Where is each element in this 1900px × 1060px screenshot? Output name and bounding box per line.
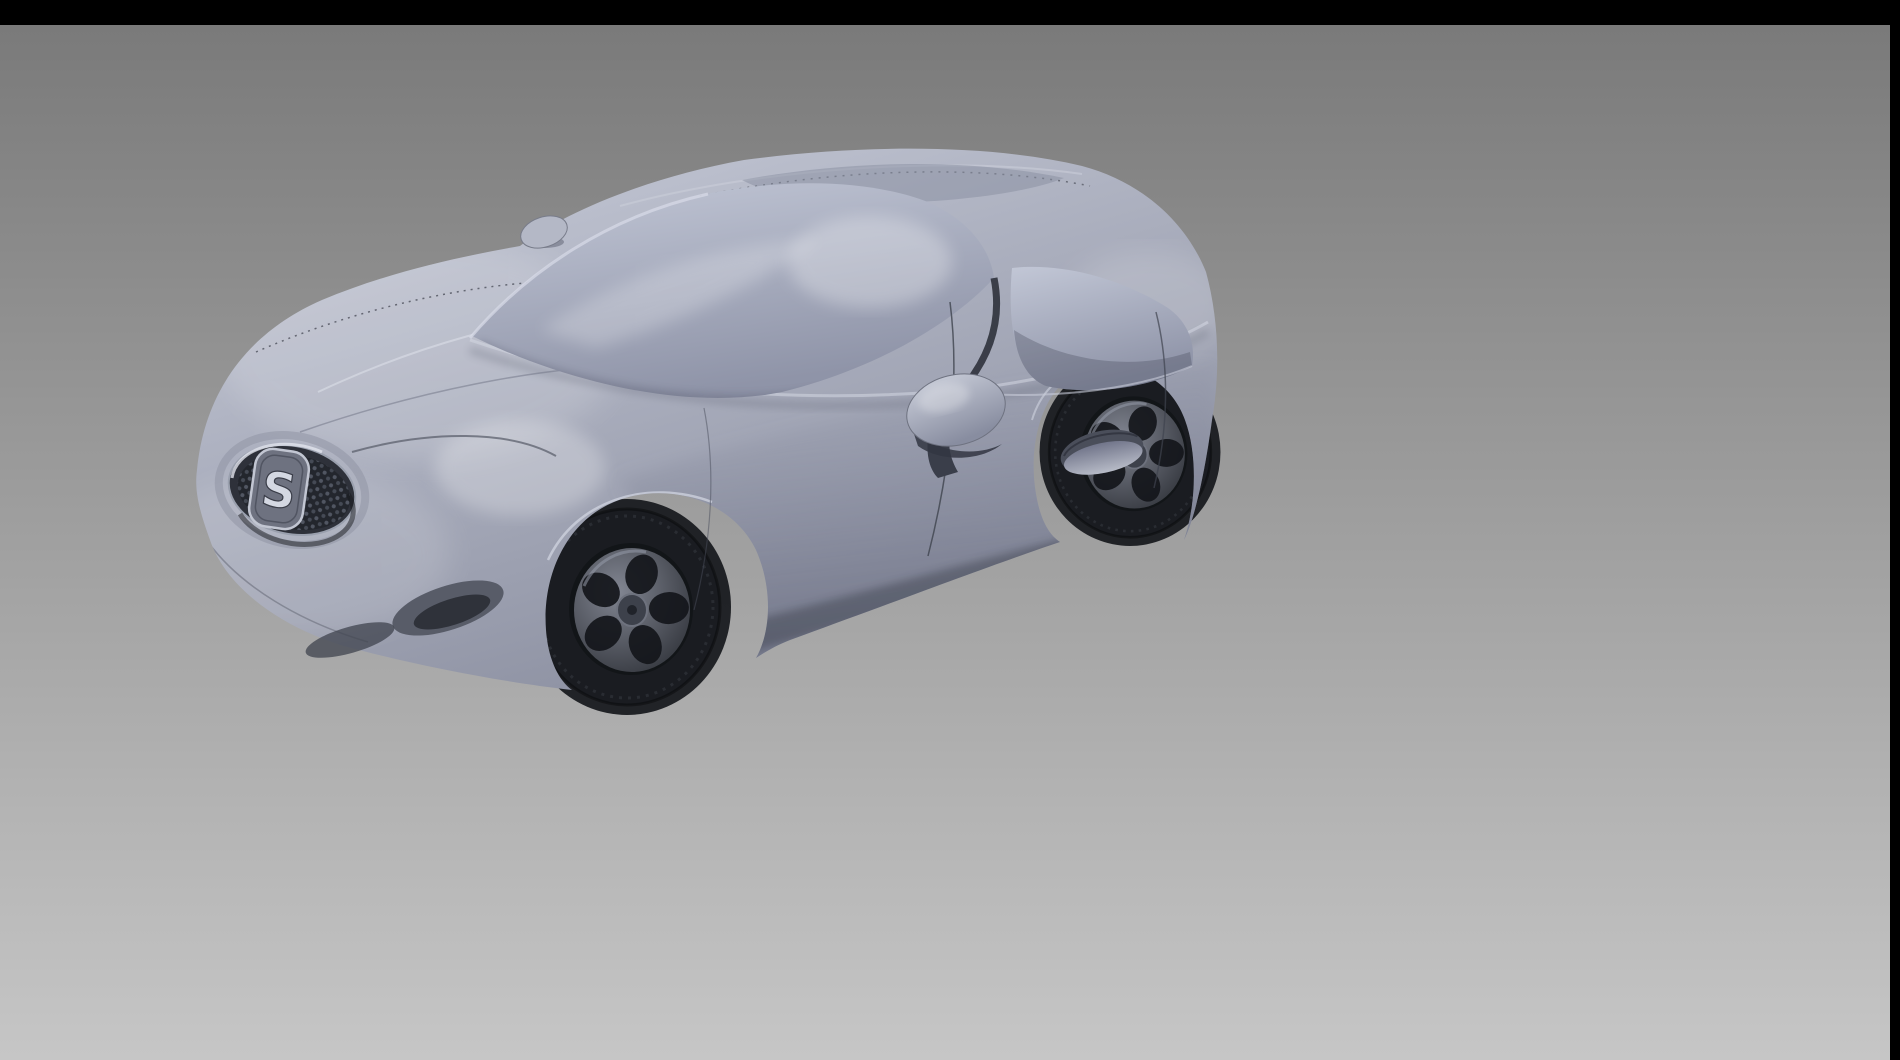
seat-badge: S [247,447,311,532]
letterbox-right-bar [1890,0,1900,1060]
render-viewport[interactable]: S [0,25,1890,1060]
letterbox-top-bar [0,0,1900,25]
car-render: S [0,25,1890,1060]
